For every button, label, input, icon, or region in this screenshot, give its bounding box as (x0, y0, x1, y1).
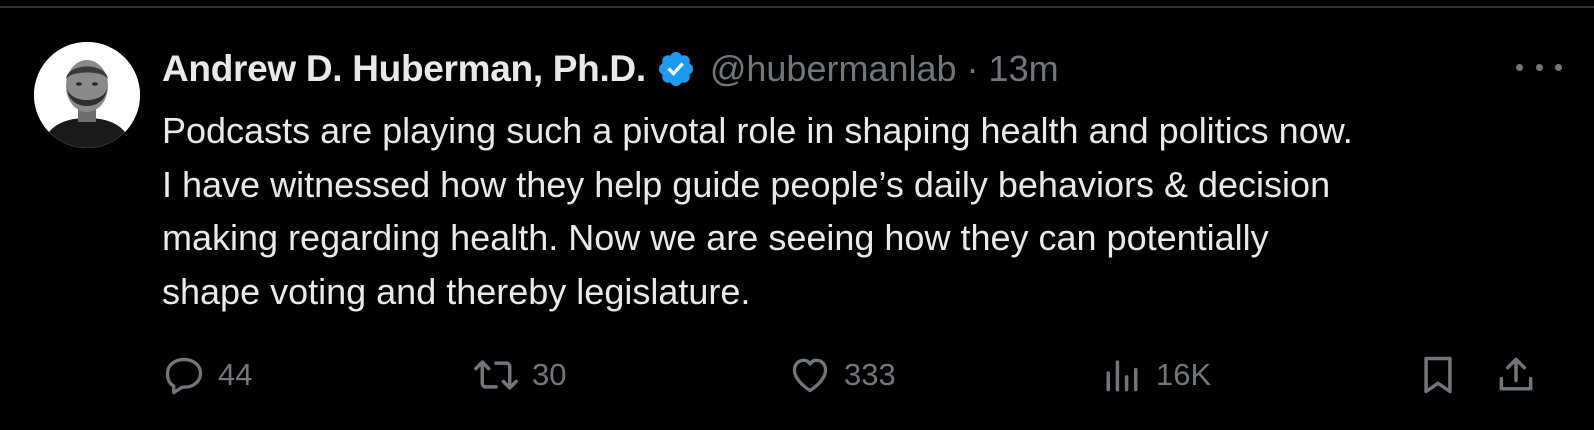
views-count: 16K (1156, 357, 1212, 392)
more-icon[interactable] (1516, 52, 1562, 82)
more-dot (1516, 63, 1523, 71)
retweet-icon (472, 353, 520, 397)
handle[interactable]: @hubermanlab (710, 48, 957, 90)
heart-icon (788, 353, 832, 397)
timestamp[interactable]: 13m (989, 48, 1059, 90)
tweet-text-line: shape voting and thereby legislature. (162, 270, 751, 312)
views-button[interactable]: 16K (1100, 350, 1211, 400)
display-name[interactable]: Andrew D. Huberman, Ph.D. (162, 48, 646, 90)
more-dot (1535, 63, 1543, 71)
tweet-text-line: I have witnessed how they help guide peo… (162, 163, 1331, 205)
tweet-header: Andrew D. Huberman, Ph.D. @hubermanlab ·… (162, 44, 1059, 94)
bookmark-icon (1416, 353, 1460, 397)
verified-badge-icon[interactable] (656, 49, 696, 89)
like-button[interactable]: 333 (788, 350, 896, 400)
reply-icon (162, 353, 206, 397)
like-count: 333 (844, 357, 896, 392)
reply-button[interactable]: 44 (162, 350, 252, 400)
more-dot (1555, 63, 1562, 71)
separator-dot: · (966, 48, 979, 89)
tweet[interactable]: Andrew D. Huberman, Ph.D. @hubermanlab ·… (0, 0, 1594, 430)
action-bar: 44 30 333 16K (0, 350, 1594, 400)
reply-count: 44 (218, 357, 253, 392)
views-icon (1100, 353, 1144, 397)
tweet-text-line: Podcasts are playing such a pivotal role… (162, 110, 1353, 151)
share-button[interactable] (1494, 350, 1538, 400)
bookmark-button[interactable] (1416, 350, 1460, 400)
share-icon (1494, 353, 1538, 397)
avatar[interactable] (34, 42, 140, 148)
tweet-text-line: making regarding health. Now we are seei… (162, 217, 1269, 258)
retweet-count: 30 (532, 357, 567, 392)
retweet-button[interactable]: 30 (472, 350, 566, 400)
tweet-text: Podcasts are playing such a pivotal role… (162, 104, 1562, 318)
